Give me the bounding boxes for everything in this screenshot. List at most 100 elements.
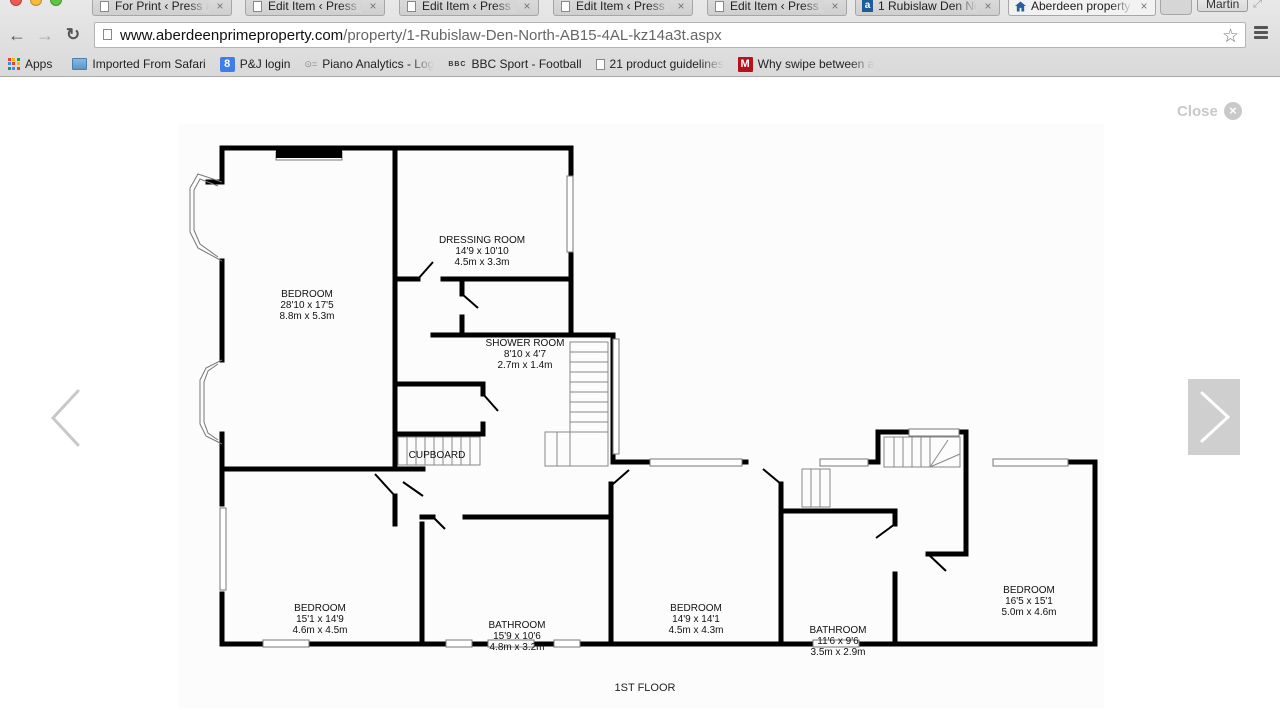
chrome-menu-icon[interactable] bbox=[1254, 26, 1268, 42]
room-imperial: 15'1 x 14'9 bbox=[296, 614, 344, 625]
chevron-left-icon bbox=[50, 389, 80, 447]
document-icon bbox=[560, 0, 571, 13]
room-name: BATHROOM bbox=[488, 620, 545, 631]
document-icon bbox=[714, 0, 725, 13]
bookmark-pj-login[interactable]: 8 P&J login bbox=[219, 56, 291, 72]
window-zoom-button[interactable] bbox=[50, 0, 62, 6]
room-metric: 5.0m x 4.6m bbox=[1001, 607, 1056, 618]
bookmark-product-guidelines[interactable]: 21 product guidelines bbox=[595, 57, 724, 71]
key-icon: ⊙= bbox=[304, 58, 318, 69]
room-imperial: 8'10 x 4'7 bbox=[504, 349, 547, 360]
tab-close-button[interactable]: × bbox=[828, 0, 842, 13]
document-icon bbox=[406, 0, 417, 13]
window-minimize-button[interactable] bbox=[30, 0, 42, 6]
room-metric: 4.5m x 3.3m bbox=[454, 257, 509, 268]
tab-strip: For Print ‹ Press and × Edit Item ‹ Pres… bbox=[0, 0, 1280, 16]
tab[interactable]: Edit Item ‹ Press and × bbox=[399, 0, 539, 16]
bookmark-label: P&J login bbox=[239, 57, 291, 71]
tab-close-button[interactable]: × bbox=[981, 0, 995, 13]
tab[interactable]: a 1 Rubislaw Den North × bbox=[855, 0, 1000, 16]
tab-active[interactable]: Aberdeen property × bbox=[1008, 0, 1156, 16]
address-bar[interactable]: www.aberdeenprimeproperty.com/property/1… bbox=[94, 22, 1246, 48]
toolbar: ← → ↻ www.aberdeenprimeproperty.com/prop… bbox=[0, 18, 1280, 52]
windows bbox=[219, 151, 1069, 648]
room-name: BEDROOM bbox=[1003, 585, 1055, 596]
tab-close-button[interactable]: × bbox=[1137, 0, 1151, 13]
browser-chrome: For Print ‹ Press and × Edit Item ‹ Pres… bbox=[0, 0, 1280, 77]
bookmark-label: BBC Sport - Football bbox=[471, 57, 582, 71]
tab-close-button[interactable]: × bbox=[674, 0, 688, 13]
tab[interactable]: For Print ‹ Press and × bbox=[92, 0, 232, 16]
tab-close-button[interactable]: × bbox=[520, 0, 534, 13]
page-icon bbox=[103, 27, 112, 44]
tab-title: 1 Rubislaw Den North bbox=[878, 0, 977, 13]
room-imperial: 28'10 x 17'5 bbox=[280, 300, 334, 311]
walls bbox=[205, 145, 1098, 647]
close-label: Close bbox=[1177, 102, 1218, 120]
bookmark-star-icon[interactable]: ☆ bbox=[1222, 25, 1239, 48]
room-name: BEDROOM bbox=[670, 603, 722, 614]
bbc-icon: BBC bbox=[448, 60, 467, 68]
document-icon bbox=[99, 0, 110, 13]
tab-title: For Print ‹ Press and bbox=[115, 0, 209, 13]
room-name: BATHROOM bbox=[809, 625, 866, 636]
back-button[interactable]: ← bbox=[6, 24, 28, 46]
room-metric: 3.5m x 2.9m bbox=[810, 647, 865, 658]
bookmark-imported-from-safari[interactable]: Imported From Safari bbox=[72, 57, 206, 71]
previous-image-button[interactable] bbox=[48, 388, 88, 448]
room-metric: 4.8m x 3.2m bbox=[489, 642, 544, 653]
floorplan-drawing: BEDROOM 28'10 x 17'5 8.8m x 5.3m DRESSIN… bbox=[189, 145, 1098, 694]
room-metric: 2.7m x 1.4m bbox=[497, 360, 552, 371]
bay-windows bbox=[189, 173, 223, 445]
room-name: BEDROOM bbox=[281, 289, 333, 300]
bookmark-apps[interactable]: Apps bbox=[8, 57, 52, 71]
room-name: CUPBOARD bbox=[409, 450, 466, 461]
url-path: /property/1-Rubislaw-Den-North-AB15-4AL-… bbox=[343, 26, 722, 44]
tab-close-button[interactable]: × bbox=[366, 0, 380, 13]
bookmark-why-swipe[interactable]: M Why swipe between a bbox=[737, 56, 875, 72]
m-favicon: M bbox=[737, 56, 753, 72]
tab-title: Edit Item ‹ Press and bbox=[422, 0, 516, 13]
floorplan-image: BEDROOM 28'10 x 17'5 8.8m x 5.3m DRESSIN… bbox=[178, 124, 1104, 708]
tab-close-button[interactable]: × bbox=[213, 0, 227, 13]
bookmark-label: Why swipe between a bbox=[757, 57, 875, 71]
room-imperial: 14'9 x 10'10 bbox=[455, 246, 509, 257]
bookmarks-bar: Apps Imported From Safari 8 P&J login ⊙=… bbox=[0, 53, 1280, 75]
doors bbox=[374, 261, 947, 572]
a-favicon: a bbox=[862, 0, 873, 13]
floor-label: 1ST FLOOR bbox=[615, 682, 676, 694]
fullscreen-icon[interactable]: ⤢ bbox=[1253, 0, 1262, 11]
bookmark-bbc-sport[interactable]: BBC BBC Sport - Football bbox=[448, 57, 581, 71]
forward-arrow-icon: → bbox=[36, 24, 54, 45]
tab[interactable]: Edit Item ‹ Press and × bbox=[707, 0, 847, 16]
home-icon bbox=[1015, 0, 1026, 13]
close-button[interactable]: Close × bbox=[1177, 102, 1242, 120]
bookmark-label: 21 product guidelines bbox=[609, 57, 724, 71]
bookmark-piano-analytics[interactable]: ⊙= Piano Analytics - Log bbox=[304, 57, 434, 71]
bookmark-label: Apps bbox=[25, 57, 53, 71]
room-metric: 4.6m x 4.5m bbox=[292, 625, 347, 636]
tab-title: Edit Item ‹ Press and bbox=[268, 0, 362, 13]
close-circle-icon: × bbox=[1223, 102, 1242, 120]
room-imperial: 11'6 x 9'6 bbox=[817, 636, 859, 647]
tab[interactable]: Edit Item ‹ Press and × bbox=[245, 0, 385, 16]
next-image-button[interactable] bbox=[1188, 379, 1240, 455]
tab[interactable]: Edit Item ‹ Press and × bbox=[553, 0, 693, 16]
profile-button[interactable]: Martin bbox=[1197, 0, 1249, 12]
new-tab-button[interactable] bbox=[1160, 0, 1192, 15]
bookmark-label: Imported From Safari bbox=[92, 57, 206, 71]
window-close-button[interactable] bbox=[10, 0, 22, 6]
apps-grid-icon bbox=[8, 58, 20, 70]
room-name: BEDROOM bbox=[294, 603, 346, 614]
reload-icon: ↻ bbox=[65, 25, 81, 44]
reload-button[interactable]: ↻ bbox=[62, 24, 84, 46]
forward-button[interactable]: → bbox=[34, 24, 56, 46]
tab-title: Aberdeen property bbox=[1031, 0, 1133, 13]
lightbox-overlay: Close × BEDROOM 28'10 x 17'5 8.8m x 5.3m… bbox=[0, 78, 1280, 720]
room-metric: 4.5m x 4.3m bbox=[668, 625, 723, 636]
room-name: SHOWER ROOM bbox=[486, 338, 565, 349]
fireplace bbox=[276, 148, 342, 158]
back-arrow-icon: ← bbox=[8, 24, 26, 45]
tab-title: Edit Item ‹ Press and bbox=[730, 0, 824, 13]
room-imperial: 16'5 x 15'1 bbox=[1005, 596, 1053, 607]
